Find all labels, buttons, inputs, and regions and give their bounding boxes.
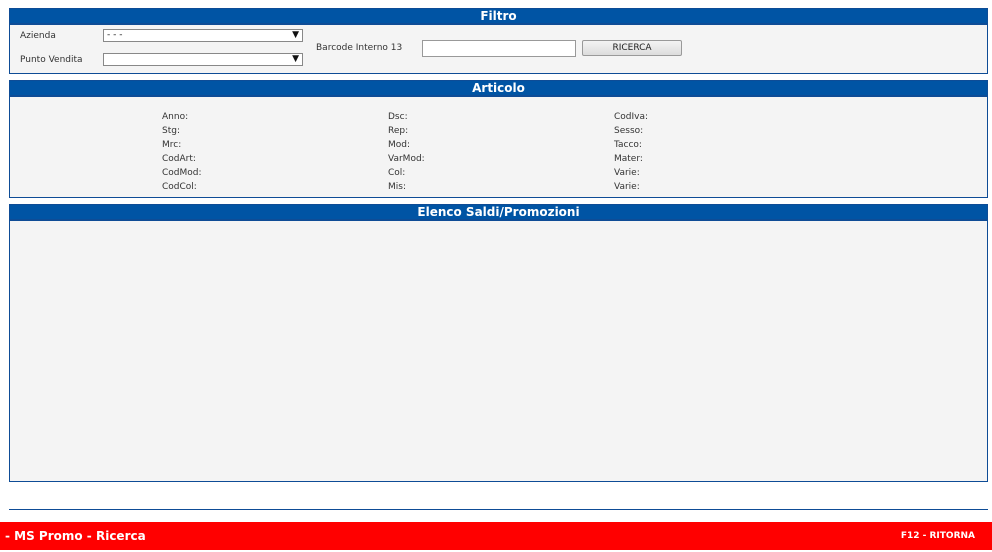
f12-ritorna-button[interactable]: F12 - RITORNA [901,531,975,541]
ricerca-button[interactable]: RICERCA [582,40,682,56]
field-mrc: Mrc: [162,140,182,150]
elenco-title: Elenco Saldi/Promozioni [10,205,987,221]
divider [9,509,988,510]
filtro-panel: Filtro Azienda - - - ▼ Punto Vendita ▼ B… [9,8,988,74]
punto-vendita-label: Punto Vendita [20,55,83,65]
field-stg: Stg: [162,126,180,136]
footer-title: - MS Promo - Ricerca [5,529,146,543]
punto-vendita-select[interactable]: ▼ [103,53,303,66]
field-varie-1: Varie: [614,168,640,178]
field-sesso: Sesso: [614,126,644,136]
articolo-panel: Articolo Anno: Stg: Mrc: CodArt: CodMod:… [9,80,988,198]
barcode-label: Barcode Interno 13 [316,43,403,53]
field-col: Col: [388,168,406,178]
field-mis: Mis: [388,182,406,192]
dropdown-arrow-icon: ▼ [292,54,299,64]
elenco-panel: Elenco Saldi/Promozioni [9,204,988,482]
footer-bar: - MS Promo - Ricerca F12 - RITORNA [0,522,992,550]
field-codcol: CodCol: [162,182,197,192]
azienda-select[interactable]: - - - ▼ [103,29,303,42]
azienda-select-value: - - - [107,30,123,40]
filtro-title: Filtro [10,9,987,25]
field-codmod: CodMod: [162,168,202,178]
field-varmod: VarMod: [388,154,425,164]
field-mater: Mater: [614,154,643,164]
field-mod: Mod: [388,140,411,150]
azienda-label: Azienda [20,31,56,41]
elenco-list-area [10,221,987,479]
field-tacco: Tacco: [614,140,642,150]
dropdown-arrow-icon: ▼ [292,30,299,40]
field-rep: Rep: [388,126,409,136]
field-anno: Anno: [162,112,189,122]
field-varie-2: Varie: [614,182,640,192]
field-dsc: Dsc: [388,112,408,122]
barcode-input[interactable] [422,40,576,57]
field-codart: CodArt: [162,154,196,164]
articolo-title: Articolo [10,81,987,97]
field-codiva: CodIva: [614,112,649,122]
